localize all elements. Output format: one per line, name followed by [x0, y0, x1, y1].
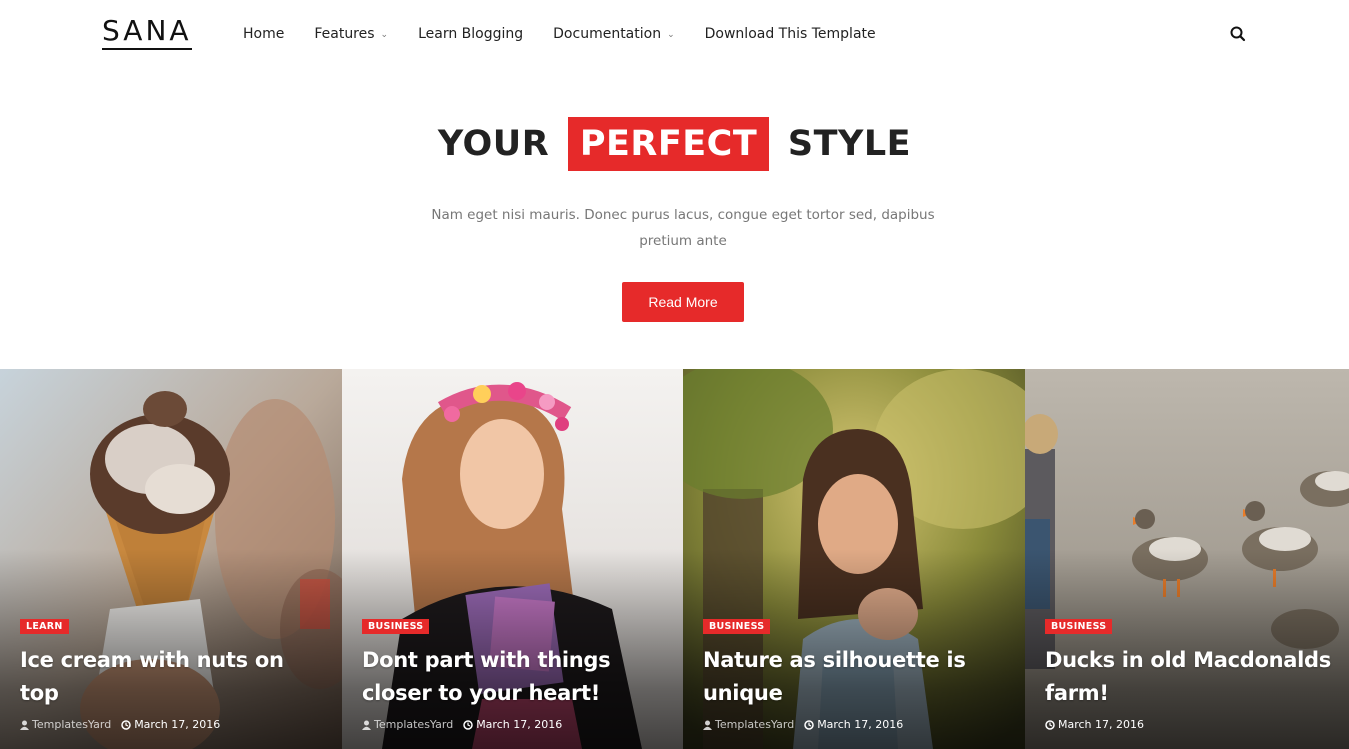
search-icon[interactable]	[1229, 25, 1247, 43]
post-author-name: TemplatesYard	[715, 718, 795, 731]
post-author-name: TemplatesYard	[374, 718, 454, 731]
logo-text: SANA	[102, 14, 192, 47]
clock-icon	[463, 719, 473, 730]
nav-item-download-template[interactable]: Download This Template	[705, 26, 876, 42]
chevron-down-icon: ⌄	[380, 29, 389, 40]
featured-post-card[interactable]: BUSINESS Nature as silhouette is unique …	[683, 369, 1025, 749]
featured-post-card[interactable]: BUSINESS Ducks in old Macdonalds farm! M…	[1025, 369, 1349, 749]
site-header: SANA Home Features ⌄ Learn Blogging Docu…	[0, 0, 1349, 68]
read-more-button[interactable]: Read More	[622, 282, 744, 322]
post-meta: March 17, 2016	[1045, 718, 1335, 731]
featured-post-card[interactable]: LEARN Ice cream with nuts on top Templat…	[0, 369, 342, 749]
post-date: March 17, 2016	[121, 718, 220, 731]
post-date-text: March 17, 2016	[1058, 718, 1145, 731]
nav-item-label: Download This Template	[704, 26, 876, 42]
main-nav: Home Features ⌄ Learn Blogging Documenta…	[243, 0, 906, 68]
hero-title-before: YOUR	[437, 124, 550, 164]
category-badge[interactable]: BUSINESS	[703, 619, 771, 634]
clock-icon	[1045, 719, 1055, 730]
user-icon	[362, 720, 371, 730]
card-content: BUSINESS Dont part with things closer to…	[362, 614, 669, 731]
logo-underline	[102, 48, 192, 50]
post-author: TemplatesYard	[703, 718, 794, 731]
nav-item-learn-blogging[interactable]: Learn Blogging	[418, 26, 523, 42]
post-title[interactable]: Ducks in old Macdonalds farm!	[1045, 644, 1335, 710]
category-badge[interactable]: BUSINESS	[362, 619, 430, 634]
hero-title-after: STYLE	[787, 124, 912, 164]
user-icon	[703, 720, 712, 730]
featured-post-card[interactable]: BUSINESS Dont part with things closer to…	[342, 369, 683, 749]
post-date: March 17, 2016	[1045, 718, 1144, 731]
clock-icon	[804, 719, 814, 730]
post-meta: TemplatesYard March 17, 2016	[20, 718, 328, 731]
card-content: LEARN Ice cream with nuts on top Templat…	[20, 614, 328, 731]
post-title[interactable]: Dont part with things closer to your hea…	[362, 644, 669, 710]
hero-title-highlight: PERFECT	[567, 117, 770, 171]
nav-item-label: Learn Blogging	[418, 26, 524, 42]
nav-item-features[interactable]: Features ⌄	[314, 26, 388, 42]
card-content: BUSINESS Nature as silhouette is unique …	[703, 614, 1011, 731]
nav-item-label: Features	[314, 26, 375, 42]
post-author: TemplatesYard	[362, 718, 453, 731]
nav-item-home[interactable]: Home	[243, 26, 284, 42]
card-content: BUSINESS Ducks in old Macdonalds farm! M…	[1045, 614, 1335, 731]
post-date-text: March 17, 2016	[817, 718, 904, 731]
post-date: March 17, 2016	[463, 718, 562, 731]
hero-description: Nam eget nisi mauris. Donec purus lacus,…	[431, 207, 935, 249]
hero-title: YOUR PERFECT STYLE	[0, 117, 1349, 171]
featured-posts: LEARN Ice cream with nuts on top Templat…	[0, 369, 1349, 749]
category-badge[interactable]: BUSINESS	[1045, 619, 1113, 634]
post-author: TemplatesYard	[20, 718, 111, 731]
category-badge[interactable]: LEARN	[20, 619, 69, 634]
post-meta: TemplatesYard March 17, 2016	[703, 718, 1011, 731]
site-logo[interactable]: SANA	[102, 14, 192, 50]
nav-item-label: Documentation	[553, 26, 662, 42]
post-date-text: March 17, 2016	[476, 718, 563, 731]
user-icon	[20, 720, 29, 730]
post-date-text: March 17, 2016	[134, 718, 221, 731]
clock-icon	[121, 719, 131, 730]
nav-item-documentation[interactable]: Documentation ⌄	[553, 26, 674, 42]
post-title[interactable]: Ice cream with nuts on top	[20, 644, 328, 710]
post-title[interactable]: Nature as silhouette is unique	[703, 644, 1011, 710]
post-meta: TemplatesYard March 17, 2016	[362, 718, 669, 731]
nav-item-label: Home	[243, 26, 285, 42]
chevron-down-icon: ⌄	[667, 29, 675, 40]
post-date: March 17, 2016	[804, 718, 903, 731]
post-author-name: TemplatesYard	[32, 718, 112, 731]
